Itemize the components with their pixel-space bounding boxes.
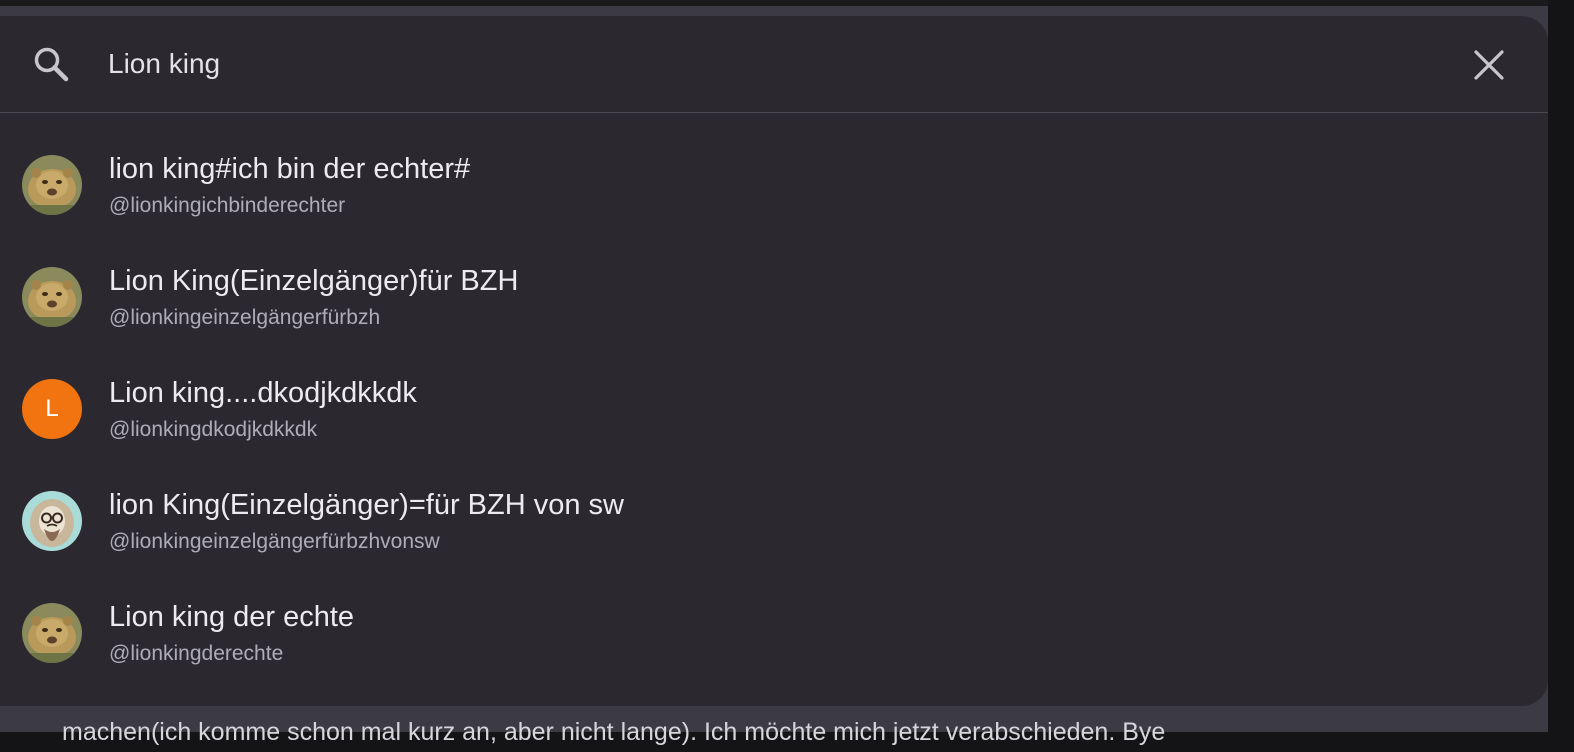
search-result-item[interactable]: Lion King(Einzelgänger)für BZH @lionking… [0, 253, 1548, 365]
result-display-name: Lion king....dkodjkdkkdk [109, 377, 417, 409]
result-display-name: Lion King(Einzelgänger)für BZH [109, 265, 519, 297]
top-strip [0, 0, 1574, 6]
result-handle: @lionkingderechte [109, 642, 284, 665]
result-handle: @lionkingdkodjkdkkdk [109, 418, 318, 441]
search-result-item[interactable]: lion king#ich bin der echter# @lionkingi… [0, 141, 1548, 253]
lion-cub-avatar [22, 603, 82, 663]
background-message-text: machen(ich komme schon mal kurz an, aber… [62, 718, 1166, 746]
lion-cub-avatar [22, 267, 82, 327]
close-icon[interactable] [1473, 49, 1505, 81]
search-panel: lion king#ich bin der echter# @lionkingi… [0, 16, 1548, 706]
search-result-item[interactable]: lion King(Einzelgänger)=für BZH von sw @… [0, 477, 1548, 589]
search-result-item[interactable]: L Lion king....dkodjkdkkdk @lionkingdkod… [0, 365, 1548, 477]
right-rail [1548, 0, 1574, 732]
search-bar [0, 16, 1548, 113]
search-input[interactable] [108, 42, 1408, 86]
result-display-name: lion king#ich bin der echter# [109, 153, 471, 185]
result-handle: @lionkingichbinderechter [109, 194, 346, 217]
letter-avatar: L [22, 379, 82, 439]
result-display-name: Lion king der echte [109, 601, 355, 633]
search-icon [32, 45, 70, 83]
result-handle: @lionkingeinzelgängerfürbzh [109, 306, 381, 329]
search-results-list: lion king#ich bin der echter# @lionkingi… [0, 113, 1548, 701]
result-handle: @lionkingeinzelgängerfürbzhvonsw [109, 530, 440, 553]
lion-cub-avatar [22, 155, 82, 215]
result-display-name: lion King(Einzelgänger)=für BZH von sw [109, 489, 624, 521]
hipster-lion-avatar [22, 491, 82, 551]
search-result-item[interactable]: Lion king der echte @lionkingderechte [0, 589, 1548, 701]
